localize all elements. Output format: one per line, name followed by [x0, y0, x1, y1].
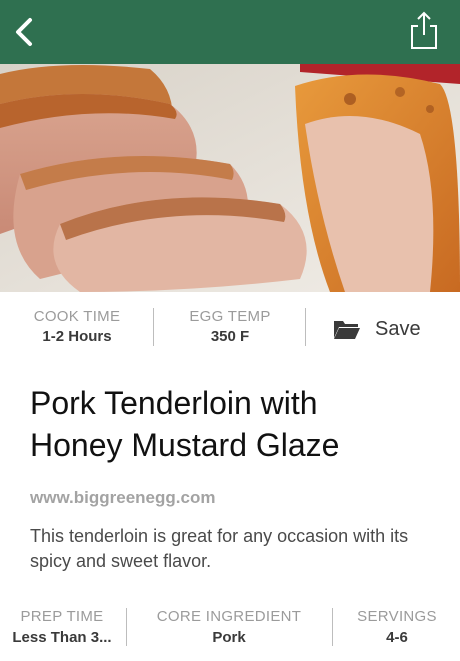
recipe-details: PREP TIME Less Than 3... CORE INGREDIENT… [0, 600, 460, 661]
cook-time-stat: COOK TIME 1-2 Hours [2, 308, 152, 345]
cook-time-label: COOK TIME [33, 308, 121, 325]
prep-time-value: Less Than 3... [12, 629, 112, 646]
prep-time-stat: PREP TIME Less Than 3... [0, 608, 124, 646]
egg-temp-stat: EGG TEMP 350 F [155, 308, 305, 345]
recipe-title-line1: Pork Tenderloin with [30, 385, 318, 421]
stat-divider [305, 308, 306, 346]
share-icon [411, 11, 437, 49]
prep-time-label: PREP TIME [20, 608, 104, 625]
detail-divider [332, 608, 333, 646]
detail-divider [126, 608, 127, 646]
navigation-bar [0, 0, 460, 64]
servings-label: SERVINGS [357, 608, 437, 625]
recipe-description: This tenderloin is great for any occasio… [30, 526, 409, 571]
save-button[interactable]: Save [333, 314, 443, 344]
egg-temp-label: EGG TEMP [189, 308, 271, 325]
core-ingredient-value: Pork [212, 629, 246, 646]
egg-temp-value: 350 F [210, 328, 250, 345]
servings-value: 4-6 [386, 629, 408, 646]
stat-divider [153, 308, 154, 346]
recipe-hero-image [0, 64, 460, 292]
recipe-title-line2: Honey Mustard Glaze [30, 427, 340, 463]
recipe-title: Pork Tenderloin with Honey Mustard Glaze [30, 382, 440, 466]
back-button[interactable] [6, 14, 42, 50]
cook-time-value: 1-2 Hours [42, 328, 112, 345]
share-button[interactable] [408, 10, 440, 50]
recipe-source-link[interactable]: www.biggreenegg.com [30, 488, 215, 508]
recipe-stats: COOK TIME 1-2 Hours EGG TEMP 350 F Save [0, 292, 460, 364]
servings-stat: SERVINGS 4-6 [334, 608, 460, 646]
chevron-left-icon [16, 18, 32, 46]
folder-icon [334, 321, 360, 339]
core-ingredient-stat: CORE INGREDIENT Pork [128, 608, 330, 646]
save-label: Save [375, 317, 421, 340]
core-ingredient-label: CORE INGREDIENT [156, 608, 302, 625]
pork-tenderloin-photo [0, 64, 460, 292]
